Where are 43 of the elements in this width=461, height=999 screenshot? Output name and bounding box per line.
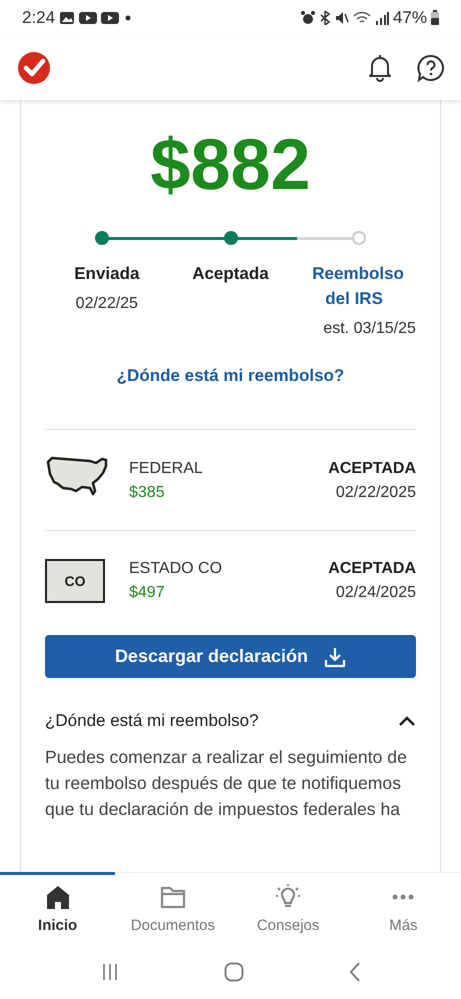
step-date: est. 03/15/25 <box>322 319 416 340</box>
collapse-chevron-icon[interactable] <box>398 714 416 727</box>
return-date: 02/24/2025 <box>334 583 416 604</box>
dot-icon <box>123 14 134 20</box>
download-icon <box>324 646 346 668</box>
nav-tab[interactable]: Más <box>346 873 461 945</box>
faq-title[interactable]: ¿Dónde está mi reembolso? <box>45 708 259 734</box>
step-date: 02/22/25 <box>74 294 139 314</box>
refund-status-link[interactable]: ¿Dónde está mi reembolso? <box>116 366 344 386</box>
step-label: Aceptada <box>191 263 270 286</box>
nav-tab[interactable]: Documentos <box>115 873 230 945</box>
battery-level: 47% <box>392 6 427 29</box>
step-label: Enviada <box>73 263 140 286</box>
recent-apps-icon[interactable] <box>100 963 118 981</box>
help-icon[interactable] <box>417 54 445 82</box>
return-status: ACEPTADA <box>328 459 416 480</box>
bluetooth-icon <box>318 10 331 24</box>
battery-icon <box>431 10 439 25</box>
mute-icon <box>334 10 349 24</box>
bell-icon[interactable] <box>367 54 393 82</box>
back-icon[interactable] <box>348 962 360 982</box>
wifi-icon <box>352 10 371 24</box>
return-date: 02/22/2025 <box>334 483 416 504</box>
signal-icon <box>374 10 389 24</box>
home-button-icon[interactable] <box>224 962 244 982</box>
return-name: ESTADO CO <box>129 559 224 580</box>
more-icon <box>392 894 414 900</box>
return-amount: $497 <box>129 583 166 604</box>
return-amount: $385 <box>129 483 166 504</box>
faq-answer: Puedes comenzar a realizar el seguimiento de tu reembolso después de que te notifiquemos que tu declaración de impuestos federales ha <box>45 746 408 821</box>
nav-tab[interactable]: Consejos <box>230 873 346 945</box>
step-label: Reembolso del IRS <box>311 263 405 310</box>
refund-amount: $882 <box>149 124 312 206</box>
nav-tab[interactable]: Inicio <box>0 873 116 945</box>
return-status: ACEPTADA <box>328 559 416 580</box>
state-map-icon: CO <box>45 559 105 604</box>
checkmark-logo <box>18 52 50 84</box>
status-time: 2:24 <box>22 6 56 29</box>
return-name: FEDERAL <box>129 459 204 480</box>
video-icon <box>101 10 120 24</box>
image-icon <box>59 10 76 24</box>
video-icon <box>79 10 98 24</box>
download-button[interactable]: Descargar declaración <box>45 635 416 678</box>
